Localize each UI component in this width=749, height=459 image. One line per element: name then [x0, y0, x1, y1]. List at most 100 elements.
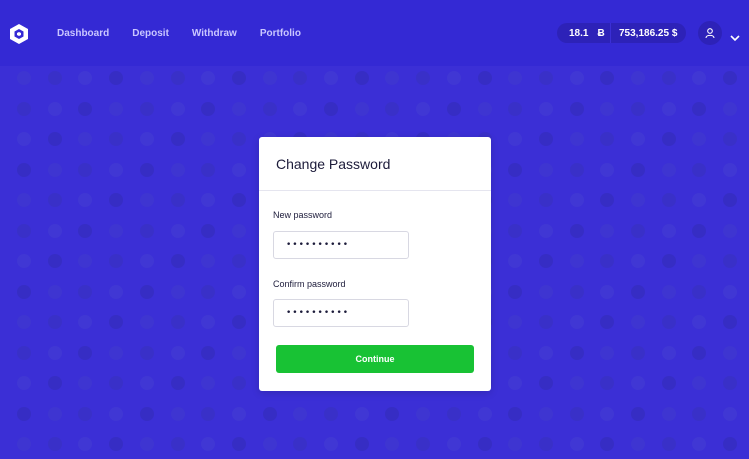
background-coin-icon [600, 284, 615, 299]
background-coin-icon [631, 376, 645, 390]
background-coin-icon [47, 437, 62, 451]
background-coin-icon [47, 223, 62, 238]
chevron-down-icon[interactable] [730, 29, 740, 42]
background-coin-icon [170, 193, 185, 207]
background-coin-icon [354, 406, 369, 421]
background-coin-icon [17, 162, 31, 177]
background-coin-icon [139, 315, 154, 329]
background-coin-icon [109, 437, 124, 451]
background-coin-icon [477, 406, 492, 421]
background-coin-icon [508, 132, 523, 146]
background-coin-icon [109, 284, 124, 299]
background-coin-icon [354, 101, 369, 116]
background-coin-icon [631, 406, 645, 421]
background-coin-icon [385, 101, 400, 116]
background-coin-icon [231, 376, 246, 390]
user-icon[interactable] [698, 21, 722, 45]
background-coin-icon [231, 406, 246, 421]
background-coin-icon [201, 315, 216, 329]
background-coin-icon [600, 254, 615, 268]
background-coin-icon [78, 132, 93, 146]
new-password-input[interactable] [273, 231, 409, 259]
background-coin-icon [569, 223, 584, 238]
background-coin-icon [631, 162, 645, 177]
nav-withdraw[interactable]: Withdraw [192, 28, 237, 39]
background-coin-icon [78, 376, 93, 390]
background-coin-icon [17, 132, 31, 146]
background-coin-icon [17, 376, 31, 390]
background-coin-icon [692, 437, 707, 451]
background-coin-icon [139, 223, 154, 238]
bitcoin-icon: Ƀ [597, 27, 605, 39]
background-coin-icon [569, 345, 584, 360]
background-coin-icon [723, 254, 738, 268]
background-coin-icon [17, 345, 31, 360]
background-coin-icon [78, 101, 93, 116]
background-coin-icon [170, 71, 185, 85]
background-coin-icon [324, 406, 338, 421]
background-coin-icon [600, 315, 615, 329]
background-coin-icon [17, 315, 31, 329]
background-coin-icon [569, 132, 584, 146]
background-coin-icon [231, 315, 246, 329]
background-coin-icon [17, 254, 31, 268]
background-coin-icon [508, 162, 523, 177]
background-coin-icon [201, 71, 216, 85]
background-coin-icon [692, 406, 707, 421]
background-coin-icon [631, 193, 645, 207]
background-coin-icon [508, 223, 523, 238]
background-coin-icon [293, 437, 308, 451]
background-coin-icon [416, 406, 431, 421]
background-coin-icon [231, 162, 246, 177]
background-coin-icon [661, 162, 676, 177]
background-coin-icon [201, 284, 216, 299]
background-coin-icon [109, 71, 124, 85]
usd-amount: 753,186.25 $ [619, 27, 678, 39]
background-coin-icon [262, 71, 277, 85]
background-coin-icon [631, 132, 645, 146]
background-coin-icon [262, 437, 277, 451]
background-coin-icon [508, 376, 523, 390]
background-coin-icon [47, 162, 62, 177]
background-coin-icon [324, 71, 338, 85]
background-coin-icon [47, 101, 62, 116]
background-coin-icon [446, 101, 461, 116]
nav-deposit[interactable]: Deposit [132, 28, 169, 39]
background-coin-icon [324, 101, 338, 116]
background-coin-icon [109, 132, 124, 146]
continue-button[interactable]: Continue [276, 345, 474, 373]
background-coin-icon [201, 406, 216, 421]
background-coin-icon [569, 315, 584, 329]
background-coin-icon [231, 254, 246, 268]
background-coin-icon [47, 345, 62, 360]
background-coin-icon [600, 193, 615, 207]
background-coin-icon [354, 71, 369, 85]
background-coin-icon [538, 345, 553, 360]
background-coin-icon [293, 406, 308, 421]
background-coin-icon [47, 132, 62, 146]
background-coin-icon [692, 101, 707, 116]
background-coin-icon [538, 132, 553, 146]
background-coin-icon [17, 193, 31, 207]
confirm-password-input[interactable] [273, 299, 409, 327]
background-coin-icon [17, 406, 31, 421]
background-coin-icon [47, 254, 62, 268]
logo-icon[interactable] [8, 23, 30, 45]
background-coin-icon [109, 406, 124, 421]
background-coin-icon [477, 71, 492, 85]
nav-portfolio[interactable]: Portfolio [260, 28, 301, 39]
background-coin-icon [78, 71, 93, 85]
background-coin-icon [477, 101, 492, 116]
background-coin-icon [262, 101, 277, 116]
top-navigation-bar: Dashboard Deposit Withdraw Portfolio 18.… [0, 0, 749, 66]
background-coin-icon [47, 284, 62, 299]
nav-dashboard[interactable]: Dashboard [57, 28, 109, 39]
background-coin-icon [569, 376, 584, 390]
background-coin-icon [201, 437, 216, 451]
background-coin-icon [231, 284, 246, 299]
background-coin-icon [17, 223, 31, 238]
background-coin-icon [538, 223, 553, 238]
background-coin-icon [723, 284, 738, 299]
background-coin-icon [600, 223, 615, 238]
background-coin-icon [201, 223, 216, 238]
